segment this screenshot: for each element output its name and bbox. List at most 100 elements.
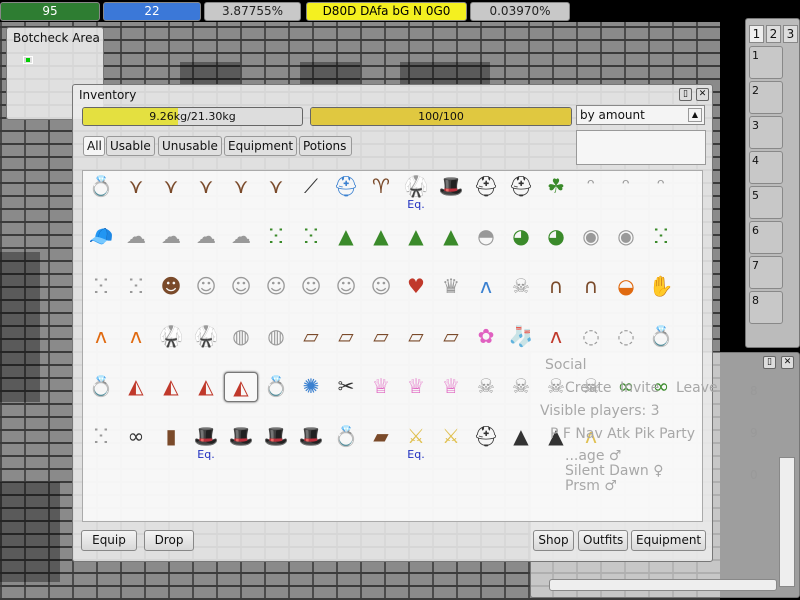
inventory-item[interactable]: ⵘ <box>644 222 678 270</box>
inventory-item[interactable]: ▮ <box>154 422 188 470</box>
inventory-item[interactable]: ◉ <box>609 222 643 270</box>
inventory-item[interactable]: ☠ <box>504 272 538 320</box>
inventory-item[interactable]: ◉ <box>574 222 608 270</box>
inventory-item[interactable]: ☁ <box>224 222 258 270</box>
shortcut-slot[interactable]: 4 <box>749 151 783 184</box>
inventory-item[interactable]: ⛑ <box>329 172 363 220</box>
inventory-item[interactable]: ☻ <box>154 272 188 320</box>
inventory-item[interactable]: ⛑ <box>469 422 503 470</box>
horizontal-scrollbar[interactable] <box>549 579 777 591</box>
inventory-item[interactable]: ᵔ <box>574 172 608 220</box>
inventory-item[interactable]: ☠ <box>469 372 503 420</box>
inventory-item[interactable]: ☺ <box>294 272 328 320</box>
inventory-item[interactable]: 🧦 <box>504 322 538 370</box>
shortcut-slot[interactable]: 6 <box>749 221 783 254</box>
shortcut-slot[interactable]: 7 <box>749 256 783 289</box>
inventory-item[interactable]: ◕ <box>539 222 573 270</box>
inventory-item[interactable]: ᴧ <box>469 272 503 320</box>
shortcut-tab-1[interactable]: 1 <box>749 25 764 43</box>
inventory-item[interactable]: ✺ <box>294 372 328 420</box>
inventory-item[interactable]: ∞ <box>119 422 153 470</box>
inventory-item[interactable]: ✿ <box>469 322 503 370</box>
inventory-item[interactable]: ▱ <box>329 322 363 370</box>
close-button[interactable]: ✕ <box>696 88 709 101</box>
inventory-item[interactable]: 💍 <box>84 172 118 220</box>
sort-dropdown[interactable]: by amount ▲ <box>576 105 705 125</box>
social-player[interactable]: Prsm ♂ <box>565 478 617 494</box>
inventory-item[interactable]: ▱ <box>434 322 468 370</box>
inventory-item[interactable]: 💍 <box>84 372 118 420</box>
inventory-item[interactable]: ᴧ <box>84 322 118 370</box>
pin-button[interactable]: ▯ <box>679 88 692 101</box>
social-create[interactable]: Create <box>565 380 612 396</box>
inventory-item[interactable]: ☺ <box>189 272 223 320</box>
inventory-item[interactable]: 🎩 <box>434 172 468 220</box>
equip-button[interactable]: Equip <box>81 530 137 551</box>
inventory-item[interactable]: 🎩 Eq. <box>189 422 223 470</box>
inventory-item[interactable]: ♕ <box>364 372 398 420</box>
inventory-item[interactable]: ⵘ <box>294 222 328 270</box>
inventory-item[interactable]: ◍ <box>259 322 293 370</box>
inventory-item[interactable]: ⋎ <box>189 172 223 220</box>
inventory-item[interactable]: ♕ <box>399 372 433 420</box>
pin-button[interactable]: ▯ <box>763 356 776 369</box>
inventory-item[interactable]: 🎩 <box>294 422 328 470</box>
inventory-item[interactable]: ✋ <box>644 272 678 320</box>
inventory-item[interactable]: 🥋 <box>189 322 223 370</box>
shortcut-tab-3[interactable]: 3 <box>783 25 798 43</box>
inventory-item[interactable]: ᵔ <box>609 172 643 220</box>
inventory-item[interactable]: ☠ <box>504 372 538 420</box>
inventory-item[interactable]: ◍ <box>224 322 258 370</box>
inventory-item[interactable]: 💍 <box>259 372 293 420</box>
social-leave[interactable]: Leave <box>676 380 718 396</box>
inventory-item[interactable]: ♛ <box>434 272 468 320</box>
inventory-item[interactable]: ⵘ <box>84 422 118 470</box>
shortcut-tab-2[interactable]: 2 <box>766 25 781 43</box>
shortcut-slot[interactable]: 8 <box>749 291 783 324</box>
inventory-item[interactable]: ◌ <box>609 322 643 370</box>
inventory-item[interactable]: ◭ <box>189 372 223 420</box>
inventory-item[interactable]: ▲ <box>364 222 398 270</box>
drop-button[interactable]: Drop <box>144 530 194 551</box>
inventory-item[interactable]: ▲ <box>434 222 468 270</box>
equipment-button[interactable]: Equipment <box>631 530 706 551</box>
inventory-item[interactable]: ☺ <box>224 272 258 320</box>
inventory-item[interactable]: ♥ <box>399 272 433 320</box>
inventory-item[interactable]: ◕ <box>504 222 538 270</box>
inventory-item[interactable]: ☺ <box>364 272 398 320</box>
shortcut-slot[interactable]: 3 <box>749 116 783 149</box>
inventory-item[interactable]: ᴧ <box>119 322 153 370</box>
close-button[interactable]: ✕ <box>781 356 794 369</box>
inventory-item[interactable]: ♕ <box>434 372 468 420</box>
shop-button[interactable]: Shop <box>533 530 574 551</box>
inventory-item[interactable]: 🎩 <box>259 422 293 470</box>
inventory-item[interactable]: ⛑ <box>504 172 538 220</box>
shortcut-slot[interactable]: 2 <box>749 81 783 114</box>
social-player[interactable]: ...age ♂ <box>565 448 621 464</box>
inventory-item[interactable]: ᵔ <box>644 172 678 220</box>
inventory-item[interactable]: ◓ <box>469 222 503 270</box>
inventory-item[interactable]: ⵘ <box>259 222 293 270</box>
inventory-item[interactable]: ◭ <box>119 372 153 420</box>
tab-all[interactable]: All <box>83 136 105 156</box>
social-player[interactable]: Silent Dawn ♀ <box>565 463 663 479</box>
inventory-item[interactable]: ⋎ <box>259 172 293 220</box>
inventory-item[interactable]: ▱ <box>294 322 328 370</box>
vertical-scrollbar[interactable] <box>779 457 795 587</box>
inventory-item[interactable]: ☁ <box>119 222 153 270</box>
inventory-item[interactable]: ⚔ <box>434 422 468 470</box>
shortcut-slot[interactable]: 1 <box>749 46 783 79</box>
tab-usable[interactable]: Usable <box>106 136 155 156</box>
inventory-item[interactable]: ▰ <box>364 422 398 470</box>
inventory-item[interactable]: ◭ <box>224 372 258 402</box>
inventory-item[interactable]: ▱ <box>399 322 433 370</box>
inventory-item[interactable]: ☺ <box>259 272 293 320</box>
tab-potions[interactable]: Potions <box>299 136 352 156</box>
outfits-button[interactable]: Outfits <box>578 530 628 551</box>
tab-unusable[interactable]: Unusable <box>158 136 222 156</box>
inventory-item[interactable]: ☺ <box>329 272 363 320</box>
inventory-item[interactable]: ⛑ <box>469 172 503 220</box>
inventory-item[interactable]: ▲ <box>399 222 433 270</box>
inventory-item[interactable]: ✂ <box>329 372 363 420</box>
inventory-item[interactable]: 🥋 Eq. <box>399 172 433 220</box>
